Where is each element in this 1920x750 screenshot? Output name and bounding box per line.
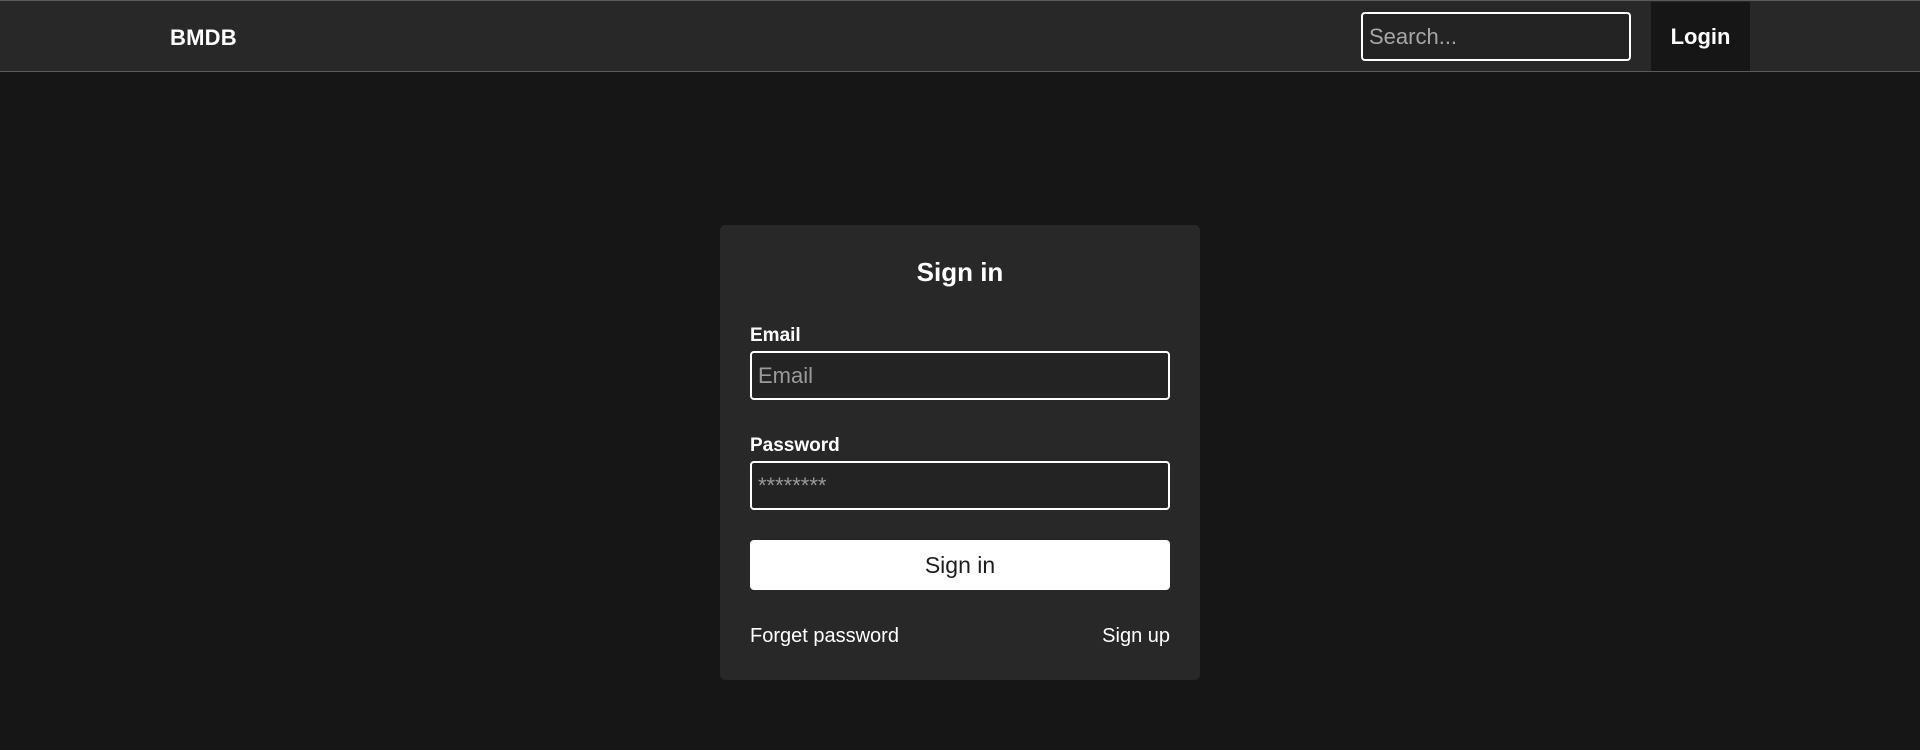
login-button[interactable]: Login <box>1651 2 1750 71</box>
brand-logo[interactable]: BMDB <box>170 25 237 51</box>
sign-up-link[interactable]: Sign up <box>1102 625 1170 648</box>
forget-password-link[interactable]: Forget password <box>750 625 899 648</box>
password-field[interactable] <box>750 461 1170 510</box>
top-navbar: BMDB Login <box>0 0 1920 72</box>
email-field[interactable] <box>750 351 1170 400</box>
password-label: Password <box>750 435 840 456</box>
signin-button[interactable]: Sign in <box>750 540 1170 590</box>
signin-title: Sign in <box>916 257 1004 287</box>
email-label: Email <box>750 325 801 346</box>
search-input[interactable] <box>1361 12 1631 61</box>
signin-card: Sign in Email Password Sign in Forget pa… <box>720 225 1200 680</box>
